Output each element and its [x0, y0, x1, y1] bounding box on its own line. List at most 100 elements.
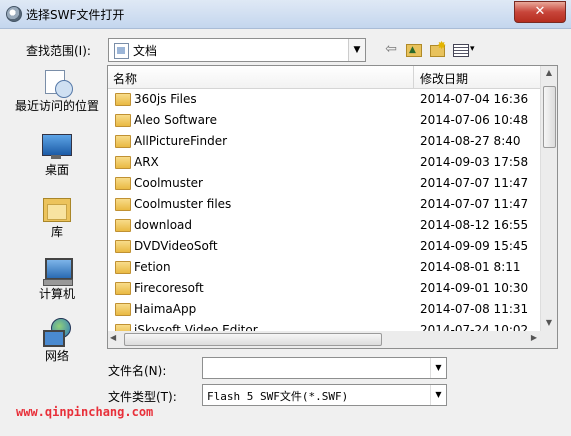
documents-folder-icon — [114, 43, 129, 59]
file-name: Coolmuster files — [134, 197, 232, 211]
file-name: Aleo Software — [134, 113, 217, 127]
scroll-left-icon[interactable]: ◀ — [110, 333, 116, 342]
place-network[interactable]: 网络 — [12, 318, 102, 363]
file-modified-date: 2014-08-27 8:40 — [420, 134, 521, 148]
app-icon — [6, 6, 22, 22]
desktop-icon — [41, 132, 73, 162]
file-row[interactable]: Coolmuster files 2014-07-07 11:47 — [108, 194, 541, 215]
window-title: 选择SWF文件打开 — [26, 8, 125, 22]
chevron-down-icon: ▾ — [470, 44, 475, 54]
back-button[interactable]: ⇦ — [382, 40, 400, 58]
file-modified-date: 2014-09-03 17:58 — [420, 155, 529, 169]
filename-combobox[interactable]: ▼ — [202, 357, 447, 379]
folder-icon — [115, 135, 131, 148]
file-modified-date: 2014-09-09 15:45 — [420, 239, 529, 253]
column-divider[interactable] — [413, 66, 414, 88]
file-name: download — [134, 218, 193, 232]
file-row[interactable]: Aleo Software 2014-07-06 10:48 — [108, 110, 541, 131]
place-computer[interactable]: 计算机 — [12, 256, 102, 301]
folder-icon — [115, 219, 131, 232]
open-swf-dialog: 选择SWF文件打开 ✕ 查找范围(I): 文档 ▼ ⇦ ▲ ✸ ▾ 最近访问的位… — [0, 0, 571, 436]
place-label: 网络 — [44, 349, 69, 363]
recent-places-icon — [41, 68, 73, 98]
folder-icon — [115, 156, 131, 169]
column-header-date[interactable]: 修改日期 — [420, 70, 468, 87]
file-row[interactable]: ARX 2014-09-03 17:58 — [108, 152, 541, 173]
file-name: Firecoresoft — [134, 281, 204, 295]
libraries-icon — [41, 194, 73, 224]
up-arrow-icon: ▲ — [409, 45, 416, 55]
file-name: 360js Files — [134, 92, 197, 106]
filetype-label: 文件类型(T): — [108, 390, 177, 404]
sort-ascending-icon: ^ — [256, 65, 264, 73]
vertical-scrollbar[interactable]: ▲ ▼ — [540, 66, 557, 332]
file-modified-date: 2014-07-07 11:47 — [420, 197, 529, 211]
folder-icon — [115, 261, 131, 274]
folder-icon — [115, 114, 131, 127]
file-modified-date: 2014-09-01 10:30 — [420, 281, 529, 295]
folder-icon — [115, 177, 131, 190]
lookin-label: 查找范围(I): — [26, 44, 91, 58]
file-modified-date: 2014-07-06 10:48 — [420, 113, 529, 127]
file-row[interactable]: Firecoresoft 2014-09-01 10:30 — [108, 278, 541, 299]
filetype-value: Flash 5 SWF文件(*.SWF) — [207, 390, 349, 403]
file-row[interactable]: Fetion 2014-08-01 8:11 — [108, 257, 541, 278]
folder-icon — [115, 93, 131, 106]
file-modified-date: 2014-07-07 11:47 — [420, 176, 529, 190]
horizontal-scrollbar[interactable]: ◀ ▶ — [107, 331, 558, 349]
folder-icon — [115, 198, 131, 211]
lookin-value: 文档 — [133, 44, 158, 58]
file-list[interactable]: 名称 ^ 修改日期 360js Files 2014-07-04 16:36 Ale… — [107, 65, 558, 333]
file-row[interactable]: Coolmuster 2014-07-07 11:47 — [108, 173, 541, 194]
place-recent[interactable]: 最近访问的位置 — [12, 68, 102, 113]
close-button[interactable]: ✕ — [514, 1, 566, 23]
file-modified-date: 2014-08-01 8:11 — [420, 260, 521, 274]
filename-input[interactable] — [206, 360, 426, 375]
scroll-down-icon[interactable]: ▼ — [541, 318, 557, 332]
file-rows: 360js Files 2014-07-04 16:36 Aleo Software… — [108, 89, 541, 332]
file-name: Fetion — [134, 260, 171, 274]
view-menu-button[interactable]: ▾ — [451, 40, 479, 58]
new-folder-button[interactable]: ✸ — [428, 39, 447, 58]
file-row[interactable]: DVDVideoSoft 2014-09-09 15:45 — [108, 236, 541, 257]
place-label: 计算机 — [38, 287, 75, 301]
folder-icon — [115, 282, 131, 295]
sparkle-icon: ✸ — [437, 39, 447, 52]
folder-icon — [115, 240, 131, 253]
lookin-dropdown[interactable]: 文档 ▼ — [108, 38, 366, 62]
scroll-up-icon[interactable]: ▲ — [541, 68, 557, 82]
chevron-down-icon[interactable]: ▼ — [430, 385, 446, 405]
place-desktop[interactable]: 桌面 — [12, 132, 102, 177]
horizontal-scroll-thumb[interactable] — [124, 333, 382, 346]
file-modified-date: 2014-07-04 16:36 — [420, 92, 529, 106]
scroll-right-icon[interactable]: ▶ — [531, 333, 537, 342]
column-header-name[interactable]: 名称 — [113, 70, 137, 87]
file-name: Coolmuster — [134, 176, 203, 190]
column-header: 名称 ^ 修改日期 — [108, 66, 541, 89]
file-name: AllPictureFinder — [134, 134, 228, 148]
computer-icon — [41, 256, 73, 286]
watermark: www.qinpinchang.com — [16, 405, 154, 419]
file-modified-date: 2014-08-12 16:55 — [420, 218, 529, 232]
place-libraries[interactable]: 库 — [12, 194, 102, 239]
vertical-scroll-thumb[interactable] — [543, 86, 556, 148]
file-name: HaimaApp — [134, 302, 197, 316]
title-bar[interactable]: 选择SWF文件打开 ✕ — [0, 0, 571, 29]
up-one-level-button[interactable]: ▲ — [404, 40, 422, 58]
view-details-icon — [453, 44, 469, 57]
file-row[interactable]: 360js Files 2014-07-04 16:36 — [108, 89, 541, 110]
network-icon — [41, 318, 73, 348]
file-modified-date: 2014-07-08 11:31 — [420, 302, 529, 316]
chevron-down-icon[interactable]: ▼ — [348, 39, 365, 61]
chevron-down-icon[interactable]: ▼ — [430, 358, 446, 378]
file-name: ARX — [134, 155, 159, 169]
place-label: 库 — [50, 225, 63, 239]
file-row[interactable]: HaimaApp 2014-07-08 11:31 — [108, 299, 541, 320]
file-name: DVDVideoSoft — [134, 239, 218, 253]
file-row[interactable]: AllPictureFinder 2014-08-27 8:40 — [108, 131, 541, 152]
filetype-dropdown[interactable]: Flash 5 SWF文件(*.SWF) ▼ — [202, 384, 447, 406]
place-label: 最近访问的位置 — [14, 99, 99, 113]
place-label: 桌面 — [44, 163, 69, 177]
folder-icon — [115, 303, 131, 316]
file-row[interactable]: download 2014-08-12 16:55 — [108, 215, 541, 236]
